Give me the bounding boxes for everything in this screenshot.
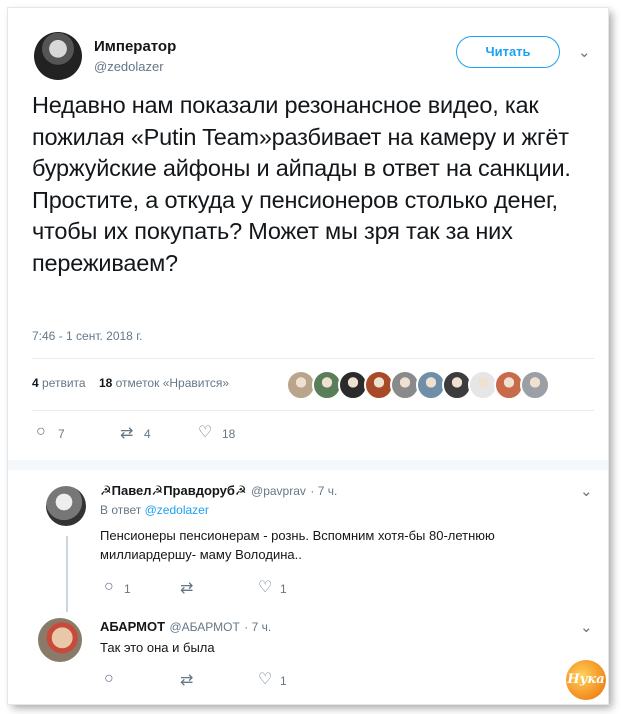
reply-header: ☭Павел☭Правдоруб☭ @pavprav · 7 ч.	[100, 482, 337, 500]
reply-text: Так это она и была	[100, 640, 215, 655]
author-handle[interactable]: @zedolazer	[94, 59, 164, 74]
reply-to-line: В ответ @zedolazer	[100, 503, 209, 517]
section-separator	[8, 460, 608, 470]
reply-author-handle[interactable]: @pavprav	[251, 484, 306, 498]
author-avatar[interactable]	[34, 32, 82, 80]
reply-icon[interactable]: ○	[104, 670, 114, 688]
likes-label[interactable]: отметок «Нравится»	[116, 376, 229, 390]
follow-button[interactable]: Читать	[456, 36, 560, 68]
reply-count: 1	[124, 582, 131, 596]
author-name[interactable]: Император	[94, 38, 176, 55]
tweet-card: Император @zedolazer Читать ⌄ Недавно на…	[8, 8, 608, 704]
reply-avatar[interactable]	[38, 618, 82, 662]
reply-avatar[interactable]	[46, 486, 86, 526]
reply-time[interactable]: · 7 ч.	[310, 484, 337, 498]
reply-header: АБАРМОТ @АБАРМОТ · 7 ч.	[100, 618, 271, 636]
retweet-count: 4	[144, 427, 151, 441]
reply-count: 7	[58, 427, 65, 441]
like-icon[interactable]: ♡	[258, 577, 272, 597]
liker-avatar[interactable]	[520, 370, 550, 400]
tweet-text: Недавно нам показали резонансное видео, …	[32, 92, 571, 276]
retweets-count[interactable]: 4	[32, 376, 39, 390]
watermark-logo: Нука	[566, 660, 606, 700]
reply-icon[interactable]: ○	[104, 578, 114, 596]
reply-to-handle[interactable]: @zedolazer	[145, 503, 209, 517]
reply-text: Пенсионеры пенсионерам - рознь. Вспомним…	[100, 528, 495, 562]
chevron-down-icon[interactable]: ⌄	[578, 43, 591, 61]
divider	[32, 410, 594, 411]
like-icon[interactable]: ♡	[198, 422, 212, 442]
like-count: 18	[222, 427, 236, 441]
likes-count[interactable]: 18	[99, 376, 112, 390]
reply-author-name[interactable]: АБАРМОТ	[100, 619, 165, 634]
retweet-icon[interactable]: ⇄	[180, 578, 193, 598]
divider	[32, 358, 594, 359]
thread-line	[66, 536, 68, 612]
like-count: 1	[280, 582, 287, 596]
tweet-timestamp[interactable]: 7:46 - 1 сент. 2018 г.	[32, 329, 142, 343]
reply-author-handle[interactable]: @АБАРМОТ	[169, 620, 239, 634]
retweets-label[interactable]: ретвита	[42, 376, 86, 390]
reply-time[interactable]: · 7 ч.	[244, 620, 271, 634]
retweet-icon[interactable]: ⇄	[120, 423, 133, 443]
like-count: 1	[280, 674, 287, 688]
tweet-stats: 4 ретвита 18 отметок «Нравится»	[32, 376, 229, 390]
retweet-icon[interactable]: ⇄	[180, 670, 193, 690]
reply-icon[interactable]: ○	[36, 423, 46, 441]
reply-to-prefix: В ответ	[100, 503, 142, 517]
chevron-down-icon[interactable]: ⌄	[580, 482, 593, 500]
reply-author-name[interactable]: ☭Павел☭Правдоруб☭	[100, 483, 247, 498]
chevron-down-icon[interactable]: ⌄	[580, 618, 593, 636]
like-icon[interactable]: ♡	[258, 669, 272, 689]
